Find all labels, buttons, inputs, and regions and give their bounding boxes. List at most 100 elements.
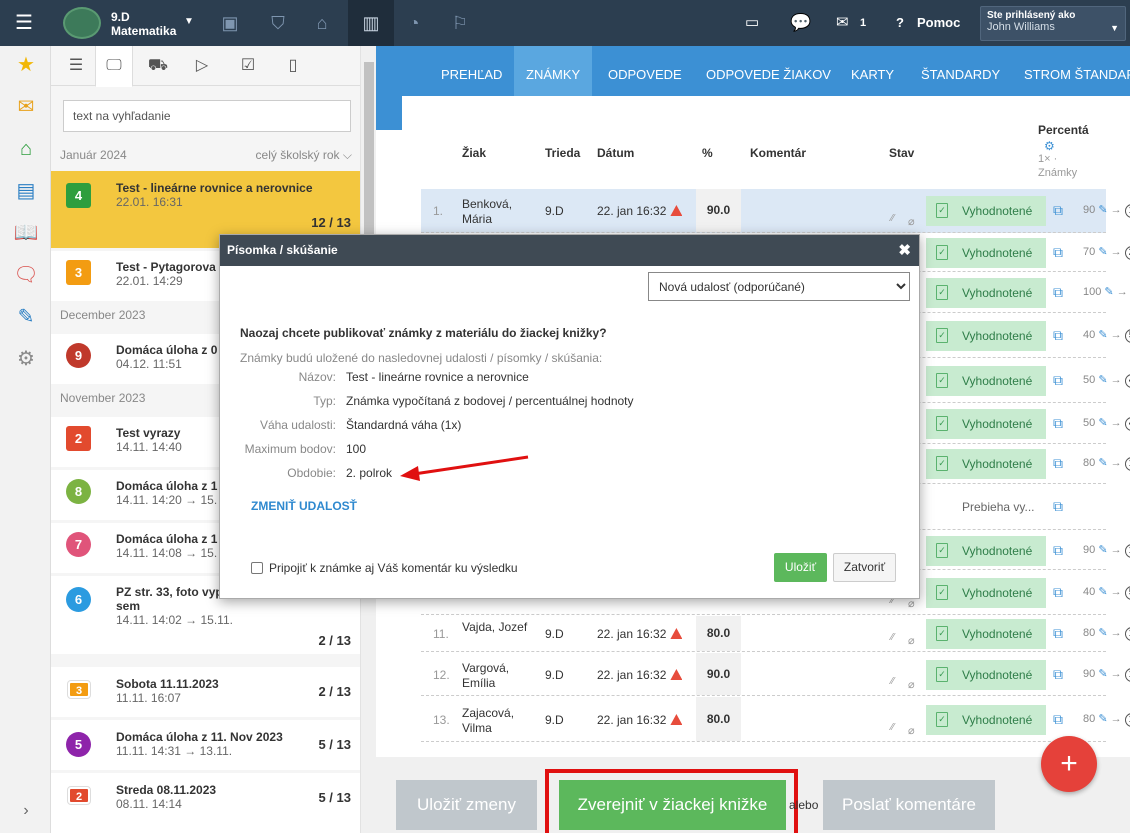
col-student[interactable]: Žiak — [462, 146, 486, 160]
pencil-icon[interactable]: ✎ — [1098, 246, 1107, 258]
external-link-icon[interactable]: ⧉ — [1053, 542, 1063, 559]
list-icon[interactable]: ☰ — [61, 52, 91, 80]
briefcase-icon[interactable]: ▣ — [210, 0, 250, 46]
mail-icon[interactable]: ✉ — [13, 94, 39, 120]
external-link-icon[interactable]: ⧉ — [1053, 498, 1063, 515]
pencil-icon[interactable]: ✎ — [1098, 204, 1107, 216]
status-badge[interactable]: ✓ Vyhodnotené — [926, 409, 1046, 439]
cast-icon[interactable]: ▭ — [745, 0, 759, 46]
status-badge[interactable]: ✓ Vyhodnotené — [926, 619, 1046, 649]
dialog-close-button[interactable]: Zatvoriť — [833, 553, 896, 582]
pencil-icon[interactable]: ✎ — [1098, 544, 1107, 556]
external-link-icon[interactable]: ⧉ — [1053, 584, 1063, 601]
tab-znamky[interactable]: ZNÁMKY — [514, 46, 593, 96]
pencil-icon[interactable]: ✎ — [1098, 457, 1107, 469]
gear-icon[interactable]: ⚙ — [13, 346, 39, 372]
add-fab-button[interactable]: + — [1041, 736, 1097, 792]
external-link-icon[interactable]: ⧉ — [1053, 625, 1063, 642]
paperclip-icon[interactable]: ⌀ — [908, 215, 915, 228]
help-question-icon[interactable]: ? — [896, 0, 904, 46]
institution-icon[interactable]: ⌂ — [302, 0, 342, 46]
col-date[interactable]: Dátum — [597, 146, 634, 160]
change-event-link[interactable]: ZMENIŤ UDALOSŤ — [251, 499, 357, 513]
chat-icon[interactable]: 💬 — [790, 0, 811, 46]
tab-prehlad[interactable]: PREHĽAD — [429, 46, 514, 96]
status-badge[interactable]: ✓ Vyhodnotené — [926, 705, 1046, 735]
help-link[interactable]: Pomoc — [917, 0, 960, 46]
gear-icon[interactable]: ⚙ — [1044, 139, 1055, 153]
external-link-icon[interactable]: ⧉ — [1053, 372, 1063, 389]
notebook-icon[interactable]: ▤ — [13, 178, 39, 204]
pencil-icon[interactable]: ✎ — [1098, 668, 1107, 680]
list-item[interactable]: 3 Sobota 11.11.2023 11.11. 16:07 2 / 13 — [51, 667, 360, 717]
external-link-icon[interactable]: ⧉ — [1053, 711, 1063, 728]
chat-bubbles-icon[interactable]: 🗨 — [13, 262, 39, 288]
gauge-icon[interactable]: ◔ — [394, 0, 434, 46]
backpack-icon[interactable]: ⛟ — [143, 52, 173, 80]
monitor-icon[interactable]: 🖵 — [95, 46, 133, 87]
shield-icon[interactable]: ⛉ — [258, 0, 298, 46]
pencil-icon[interactable]: ✎ — [1098, 586, 1107, 598]
status-badge[interactable]: Prebieha vy... — [926, 492, 1046, 522]
class-selector[interactable]: 9.D Matematika — [111, 10, 176, 38]
attach-comment-checkbox[interactable] — [251, 562, 263, 574]
pencil-icon[interactable]: ✎ — [1098, 374, 1107, 386]
pencil-icon[interactable]: ✎ — [1098, 627, 1107, 639]
status-badge[interactable]: ✓ Vyhodnotené — [926, 321, 1046, 351]
publish-button[interactable]: Zverejniť v žiackej knižke — [559, 780, 786, 830]
status-badge[interactable]: ✓ Vyhodnotené — [926, 660, 1046, 690]
tab-strom-standardov[interactable]: STROM ŠTANDAR — [1012, 46, 1130, 96]
user-dropdown[interactable]: Ste prihlásený ako John Williams ▼ — [980, 6, 1126, 41]
status-badge[interactable]: ✓ Vyhodnotené — [926, 578, 1046, 608]
save-changes-button[interactable]: Uložiť zmeny — [396, 780, 537, 830]
paperclip-icon[interactable]: ⌀ — [908, 634, 915, 647]
mail-icon[interactable]: ✉ — [836, 0, 849, 46]
send-comments-button[interactable]: Poslať komentáre — [823, 780, 995, 830]
walking-people-icon[interactable]: ⚐ — [440, 0, 480, 46]
event-select[interactable]: Nová udalosť (odporúčané) — [648, 272, 910, 301]
book-icon[interactable]: ▯ — [278, 52, 308, 80]
external-link-icon[interactable]: ⧉ — [1053, 666, 1063, 683]
attach-comment-label[interactable]: Pripojiť k známke aj Váš komentár ku výs… — [269, 561, 518, 575]
close-icon[interactable]: ✖ — [898, 235, 911, 266]
list-item[interactable]: 2 Streda 08.11.2023 08.11. 14:14 5 / 13 — [51, 773, 360, 833]
status-badge[interactable]: ✓ Vyhodnotené — [926, 278, 1046, 308]
tab-standardy[interactable]: ŠTANDARDY — [909, 46, 1012, 96]
paperclip-icon[interactable]: ⌀ — [908, 724, 915, 737]
chevron-right-icon[interactable]: › — [13, 798, 39, 824]
tab-karty[interactable]: KARTY — [839, 46, 906, 96]
play-icon[interactable]: ▷ — [187, 52, 217, 80]
external-link-icon[interactable]: ⧉ — [1053, 244, 1063, 261]
chart-icon[interactable]: ▥ — [348, 0, 394, 46]
pen-icon[interactable]: ✎ — [13, 304, 39, 330]
status-badge[interactable]: ✓ Vyhodnotené — [926, 366, 1046, 396]
status-badge[interactable]: ✓ Vyhodnotené — [926, 536, 1046, 566]
caret-down-icon[interactable]: ▼ — [184, 16, 194, 27]
search-input[interactable] — [63, 100, 351, 132]
pencil-icon[interactable]: ✎ — [1098, 329, 1107, 341]
status-badge[interactable]: ✓ Vyhodnotené — [926, 238, 1046, 268]
status-badge[interactable]: ✓ Vyhodnotené — [926, 196, 1046, 226]
external-link-icon[interactable]: ⧉ — [1053, 327, 1063, 344]
pencil-icon[interactable]: ✎ — [1104, 286, 1113, 298]
external-link-icon[interactable]: ⧉ — [1053, 202, 1063, 219]
list-item[interactable]: 5 Domáca úloha z 11. Nov 2023 11.11. 14:… — [51, 720, 360, 770]
pencil-icon[interactable]: ✎ — [1098, 713, 1107, 725]
open-book-icon[interactable]: 📖 — [13, 220, 39, 246]
col-class[interactable]: Trieda — [545, 146, 580, 160]
filter-dropdown[interactable]: celý školský rok ⌵ — [256, 148, 352, 163]
home-icon[interactable]: ⌂ — [13, 136, 39, 162]
dialog-save-button[interactable]: Uložiť — [774, 553, 827, 582]
pencil-icon[interactable]: ✎ — [1098, 417, 1107, 429]
checklist-icon[interactable]: ☑ — [233, 52, 263, 80]
external-link-icon[interactable]: ⧉ — [1053, 455, 1063, 472]
hamburger-menu-icon[interactable]: ☰ — [10, 12, 38, 34]
external-link-icon[interactable]: ⧉ — [1053, 415, 1063, 432]
tab-odpovede[interactable]: ODPOVEDE — [596, 46, 694, 96]
col-pct[interactable]: % — [702, 146, 713, 160]
paperclip-icon[interactable]: ⌀ — [908, 678, 915, 691]
status-badge[interactable]: ✓ Vyhodnotené — [926, 449, 1046, 479]
tab-odpovede-ziakov[interactable]: ODPOVEDE ŽIAKOV — [694, 46, 843, 96]
star-icon[interactable]: ★ — [13, 52, 39, 78]
external-link-icon[interactable]: ⧉ — [1053, 284, 1063, 301]
